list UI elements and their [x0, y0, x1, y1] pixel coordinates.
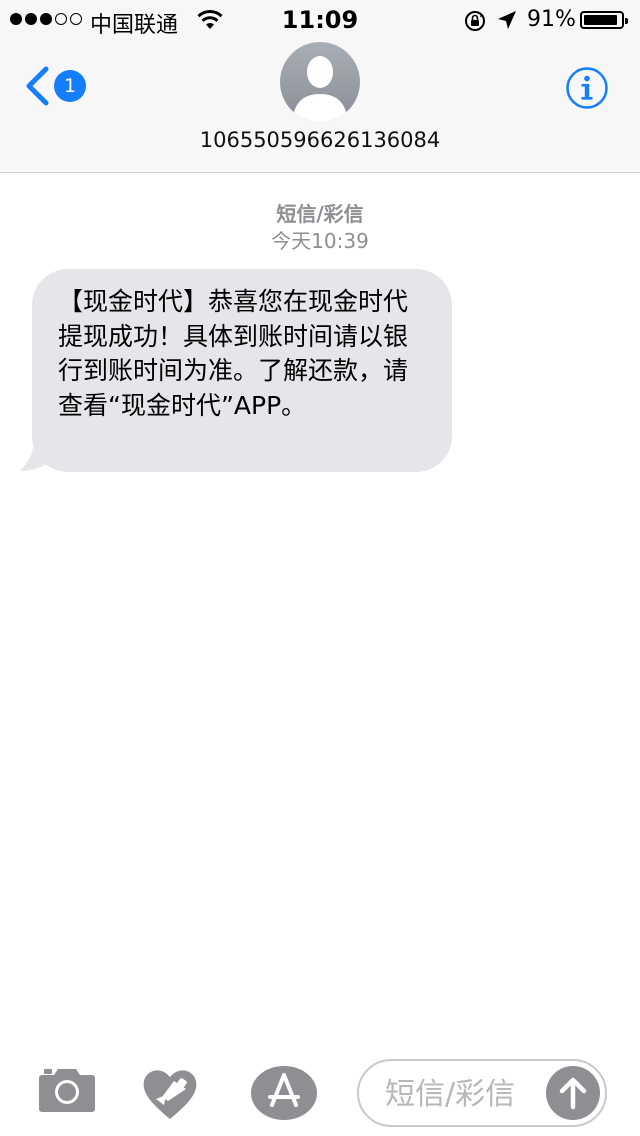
app-store-icon[interactable] — [250, 1065, 318, 1121]
send-button[interactable] — [546, 1066, 600, 1120]
message-text: 【现金时代】恭喜您在现金时代提现成功！具体到账时间请以银行到账时间为准。了解还款… — [58, 287, 409, 420]
unread-count-badge: 1 — [54, 70, 86, 102]
person-silhouette-icon — [292, 56, 348, 122]
info-icon[interactable] — [565, 66, 609, 110]
battery-fill — [584, 15, 617, 25]
message-input[interactable] — [383, 1073, 547, 1115]
contact-number[interactable]: 106550596626136084 — [0, 128, 640, 152]
message-composer — [0, 1043, 640, 1136]
camera-icon[interactable] — [38, 1067, 96, 1113]
location-arrow-icon — [498, 11, 516, 29]
back-button[interactable]: 1 — [18, 62, 98, 112]
message-timestamp: 今天10:39 — [271, 229, 369, 253]
send-arrow-icon — [559, 1077, 587, 1110]
orientation-lock-icon — [465, 11, 485, 31]
incoming-message-bubble[interactable]: 【现金时代】恭喜您在现金时代提现成功！具体到账时间请以银行到账时间为准。了解还款… — [32, 269, 452, 472]
message-input-field[interactable] — [357, 1059, 607, 1127]
back-chevron-icon — [26, 66, 49, 106]
battery-percentage: 91% — [527, 7, 576, 32]
navigation-header: 中国联通 11:09 91% 1 106550596626136084 — [0, 0, 640, 173]
message-thread[interactable]: 短信/彩信 今天10:39 【现金时代】恭喜您在现金时代提现成功！具体到账时间请… — [0, 173, 640, 1043]
digital-touch-heart-icon[interactable] — [140, 1065, 200, 1121]
status-bar: 中国联通 11:09 91% — [0, 0, 640, 40]
battery-icon — [580, 11, 628, 29]
contact-avatar[interactable] — [280, 42, 360, 122]
message-type-label: 短信/彩信 — [276, 202, 364, 226]
